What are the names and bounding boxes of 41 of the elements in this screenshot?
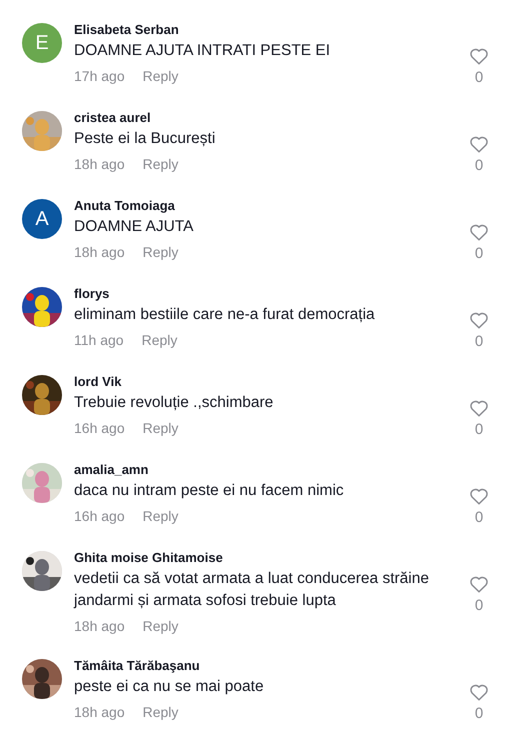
comment-text: Trebuie revoluție .,schimbare [74,393,274,413]
comment-text: DOAMNE AJUTA INTRATI PESTE EI [74,41,332,61]
like-count: 0 [474,68,484,88]
like-count: 0 [474,244,484,264]
heart-icon[interactable] [469,311,489,329]
username[interactable]: Anuta Tomoiaga [74,196,459,216]
like-count: 0 [474,704,484,724]
timestamp: 17h ago [74,67,125,86]
timestamp: 11h ago [74,331,124,350]
heart-icon[interactable] [469,683,489,701]
comment-text: peste ei ca nu se mai poate [74,677,265,697]
timestamp: 18h ago [74,243,125,262]
avatar[interactable]: A [22,199,62,239]
timestamp: 16h ago [74,507,125,526]
timestamp: 18h ago [74,617,125,636]
username[interactable]: amalia_amn [74,460,459,480]
like-count: 0 [474,156,484,176]
like-count: 0 [474,596,484,616]
comment-text: DOAMNE AJUTA [74,217,194,237]
username[interactable]: cristea aurel [74,108,459,128]
username[interactable]: florys [74,284,459,304]
like-count: 0 [474,332,484,352]
comment-text: Peste ei la București [74,129,216,149]
username[interactable]: Elisabeta Serban [74,20,459,40]
username[interactable]: Ghita moise Ghitamoise [74,548,459,568]
like-count: 0 [474,420,484,440]
heart-icon[interactable] [469,399,489,417]
timestamp: 18h ago [74,155,125,174]
timestamp: 18h ago [74,703,125,722]
comment-text: vedetii ca să votat armata a luat conducerea străine jandarmi și armata sofosi trebuie lupta [74,569,430,611]
comment-text: eliminam bestiile care ne-a furat democrația [74,305,376,325]
comment-text: daca nu intram peste ei nu facem nimic [74,481,345,501]
username[interactable]: lord Vik [74,372,459,392]
heart-icon[interactable] [469,135,489,153]
username[interactable]: Tămâita Tărăbaşanu [74,656,459,676]
heart-icon[interactable] [469,47,489,65]
heart-icon[interactable] [469,575,489,593]
heart-icon[interactable] [469,487,489,505]
heart-icon[interactable] [469,223,489,241]
like-count: 0 [474,508,484,528]
timestamp: 16h ago [74,419,125,438]
